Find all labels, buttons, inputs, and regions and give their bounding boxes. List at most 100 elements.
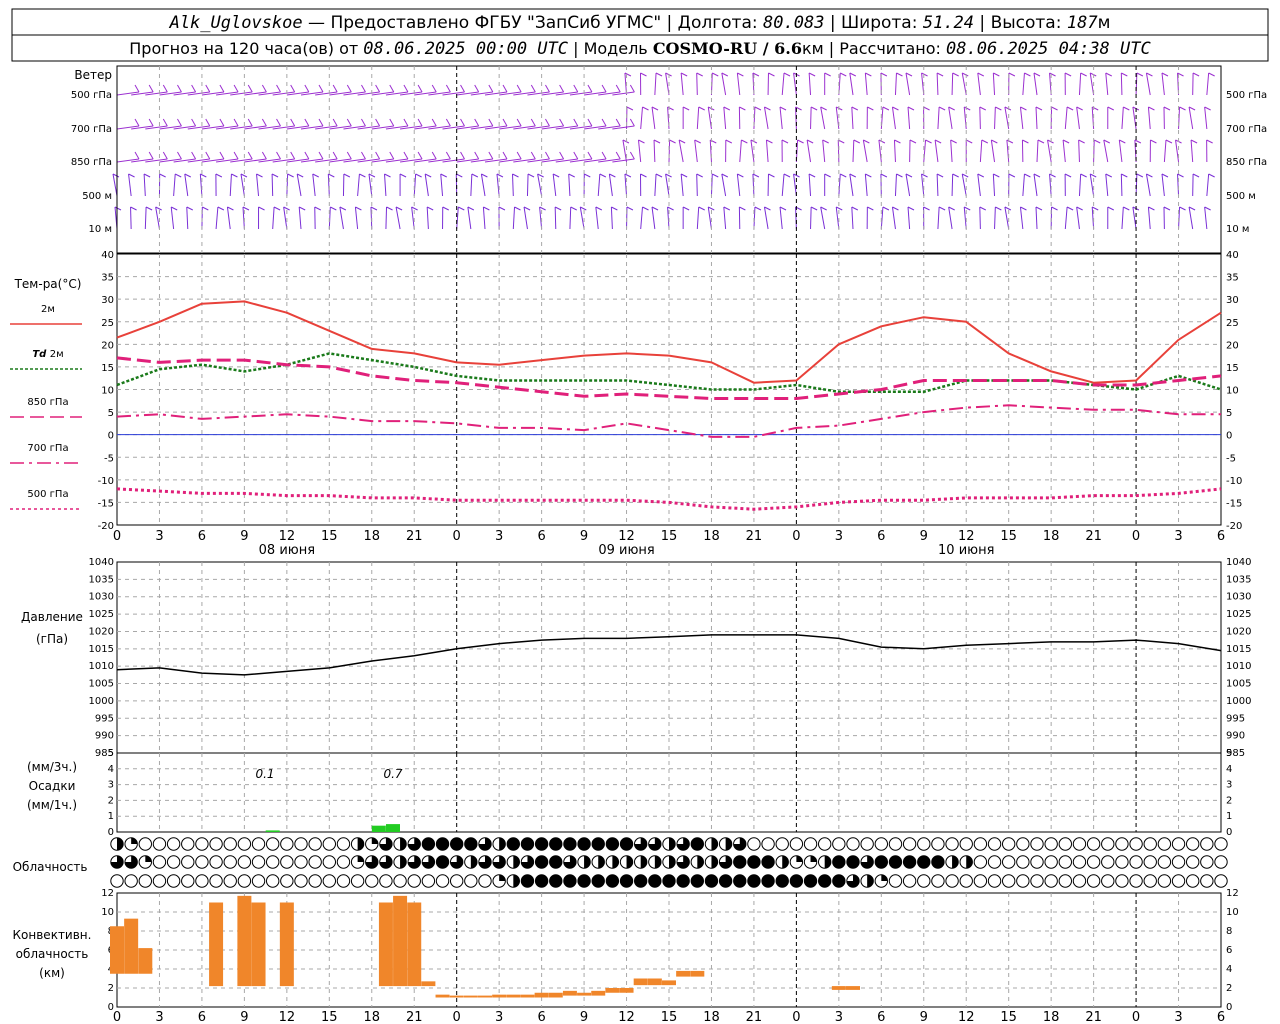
x-tick-hour-bottom: 6 <box>198 1010 206 1024</box>
conv-bar <box>647 978 662 986</box>
cloud-symbol <box>1129 855 1143 869</box>
x-tick-hour: 0 <box>113 529 121 544</box>
cloud-fill <box>648 874 662 888</box>
pressure-tick-right: 1010 <box>1226 661 1251 672</box>
precip-title: Осадки <box>29 779 76 793</box>
cloud-fill <box>535 855 548 869</box>
cloud-symbol <box>1115 874 1129 888</box>
conv-bar <box>138 948 153 974</box>
cloud-fill <box>450 837 463 851</box>
temp-title: Тем-ра(°C) <box>14 277 82 291</box>
cloud-symbol <box>478 874 492 888</box>
cloud-fill <box>875 855 888 869</box>
wind-barb <box>979 106 981 130</box>
cloud-fill <box>747 855 761 869</box>
x-tick-hour: 9 <box>920 529 928 544</box>
pressure-tick-left: 995 <box>95 713 114 724</box>
cloud-fill <box>606 837 619 851</box>
cloud-symbol <box>379 874 393 888</box>
temp-tick-left: -20 <box>98 521 114 532</box>
cloud-symbol <box>181 855 195 869</box>
x-tick-hour: 9 <box>240 529 248 544</box>
cloud-fill <box>422 837 435 851</box>
cloud-symbol <box>138 837 153 851</box>
cloud-symbol <box>1072 837 1087 851</box>
cloud-symbol <box>237 837 252 851</box>
cloud-symbol <box>874 837 889 851</box>
temp-tick-left: -15 <box>98 498 114 509</box>
wind-barb <box>130 206 132 230</box>
cloud-symbol <box>1030 855 1044 869</box>
cloud-symbol <box>1185 874 1200 888</box>
cloud-symbol <box>280 874 294 888</box>
cloud-symbol <box>888 837 903 851</box>
cloud-symbol <box>110 874 124 888</box>
conv-bar <box>831 986 846 990</box>
wind-level-label: 700 гПа <box>71 124 112 135</box>
pressure-tick-right: 1040 <box>1226 557 1251 568</box>
cloud-fill <box>634 874 647 888</box>
cloud-symbol <box>945 837 959 851</box>
cloud-fill <box>507 837 520 851</box>
cloud-symbol <box>1214 855 1228 869</box>
precip-tick-right: 3 <box>1226 780 1232 791</box>
legend-label: 850 гПа <box>27 397 68 408</box>
cloud-symbol <box>166 855 181 869</box>
pressure-tick-left: 1010 <box>89 661 114 672</box>
cloud-symbol <box>421 874 436 888</box>
precip-tick-left: 1 <box>108 811 114 822</box>
cloud-symbol <box>464 874 478 888</box>
wind-level-label-right: 700 гПа <box>1226 124 1267 135</box>
precip-tick-left: 4 <box>108 764 114 775</box>
pressure-title: Давление <box>21 610 83 624</box>
x-tick-hour-bottom: 18 <box>703 1010 720 1024</box>
cloud-symbol <box>166 874 181 888</box>
cloud-symbol <box>888 874 903 888</box>
cloud-symbol <box>1001 837 1016 851</box>
x-tick-hour-bottom: 3 <box>155 1010 163 1024</box>
cloud-symbol <box>265 855 280 869</box>
x-tick-hour-bottom: 9 <box>920 1010 928 1024</box>
cloud-symbol <box>846 837 860 851</box>
cloud-symbol <box>917 874 931 888</box>
cloud-symbol <box>1016 837 1030 851</box>
conv-tick-right: 0 <box>1226 1002 1232 1013</box>
conv-bar <box>478 995 492 998</box>
cloud-symbol <box>195 874 209 888</box>
conv-label-3: (км) <box>39 966 65 980</box>
x-tick-hour: 18 <box>363 529 380 544</box>
cloud-symbol <box>761 837 775 851</box>
temp-tick-left: 10 <box>101 386 114 397</box>
wind-level-label-right: 500 м <box>1226 191 1256 202</box>
model-name: COSMO-RU / 6.6 <box>653 39 802 58</box>
cloud-fill <box>662 874 676 888</box>
conv-bar <box>449 995 464 998</box>
x-tick-hour: 18 <box>1043 529 1060 544</box>
precip-tick-left: 2 <box>108 795 114 806</box>
x-tick-hour: 18 <box>703 529 720 544</box>
precip-tick-right: 1 <box>1226 811 1232 822</box>
cloud-symbol <box>1016 874 1030 888</box>
temp-tick-left: 5 <box>108 408 114 419</box>
x-tick-hour: 3 <box>1174 529 1182 544</box>
wind-barb <box>1093 139 1095 163</box>
x-tick-hour: 12 <box>958 529 975 544</box>
cloud-symbol <box>223 855 237 869</box>
wind-barb <box>526 173 529 197</box>
cloud-symbol <box>181 837 195 851</box>
precip-tick-right: 5 <box>1226 748 1232 759</box>
conv-bar <box>393 895 408 987</box>
wind-barb <box>810 106 812 130</box>
cloud-fill <box>790 874 803 888</box>
x-tick-hour-bottom: 3 <box>495 1010 503 1024</box>
cloud-symbol <box>223 874 237 888</box>
cloud-fill <box>846 855 860 869</box>
wind-barb <box>271 173 274 197</box>
pressure-tick-left: 1040 <box>89 557 114 568</box>
wind-barb <box>837 139 840 163</box>
pressure-tick-right: 1020 <box>1226 626 1251 637</box>
precip-tick-left: 3 <box>108 780 114 791</box>
cloud-symbol <box>1072 874 1087 888</box>
cloud-fill <box>776 874 789 888</box>
cloud-fill <box>521 837 534 851</box>
